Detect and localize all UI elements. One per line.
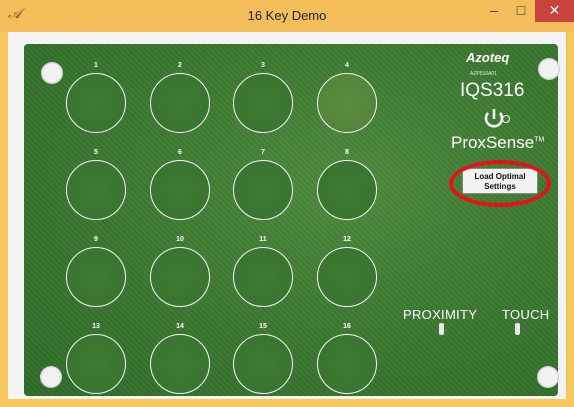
trademark-mark: TM xyxy=(534,136,545,144)
brand-text: ProxSense xyxy=(451,133,535,152)
app-window: 𝒜 16 Key Demo – □ ✕ 1 2 3 4 5 6 7 8 9 10 11 12 13 14 1… xyxy=(0,0,574,407)
mount-hole-bottom-right xyxy=(537,366,559,388)
touch-label: TOUCH xyxy=(502,307,550,322)
touch-pad-14[interactable] xyxy=(150,334,210,394)
mount-hole-top-left xyxy=(41,62,63,84)
touch-pad-16[interactable] xyxy=(317,334,377,394)
touch-pad-4[interactable] xyxy=(317,73,377,133)
touch-pad-label: 11 xyxy=(259,236,267,243)
touch-pad-1[interactable] xyxy=(66,73,126,133)
part-number: AZP516A01 xyxy=(470,71,497,77)
touch-pad-label: 12 xyxy=(343,236,351,243)
close-button[interactable]: ✕ xyxy=(535,0,574,22)
maximize-button[interactable]: □ xyxy=(508,0,534,22)
touch-pad-label: 1 xyxy=(94,62,98,69)
touch-pad-15[interactable] xyxy=(233,334,293,394)
proximity-label: PROXIMITY xyxy=(403,307,478,322)
proximity-indicator xyxy=(439,323,444,335)
touch-pad-8[interactable] xyxy=(317,160,377,220)
touch-pad-11[interactable] xyxy=(233,247,293,307)
touch-pad-label: 5 xyxy=(94,149,98,156)
touch-pad-label: 14 xyxy=(176,323,184,330)
touch-pad-label: 16 xyxy=(343,323,351,330)
azoteq-logo: Azoteq xyxy=(466,50,510,65)
touch-indicator xyxy=(515,323,520,335)
touch-pad-6[interactable] xyxy=(150,160,210,220)
touch-pad-label: 7 xyxy=(261,149,265,156)
touch-pad-9[interactable] xyxy=(66,247,126,307)
touch-pad-5[interactable] xyxy=(66,160,126,220)
chip-name: IQS316 xyxy=(460,80,525,101)
touch-pad-2[interactable] xyxy=(150,73,210,133)
touch-pad-3[interactable] xyxy=(233,73,293,133)
touch-pad-13[interactable] xyxy=(66,334,126,394)
power-icon xyxy=(484,109,510,128)
touch-pad-12[interactable] xyxy=(317,247,377,307)
title-bar[interactable]: 𝒜 16 Key Demo – □ ✕ xyxy=(0,0,574,32)
proxsense-brand: ProxSenseTM xyxy=(451,133,544,153)
touch-pad-label: 9 xyxy=(94,236,98,243)
minimize-button[interactable]: – xyxy=(481,0,507,22)
touch-pad-label: 4 xyxy=(345,62,349,69)
touch-pad-label: 10 xyxy=(176,236,184,243)
touch-pad-label: 13 xyxy=(92,323,100,330)
touch-pad-label: 3 xyxy=(261,62,265,69)
touch-pad-label: 15 xyxy=(259,323,267,330)
mount-hole-top-right xyxy=(538,58,560,80)
load-button-line2: Settings xyxy=(484,182,516,191)
touch-pad-label: 2 xyxy=(178,62,182,69)
load-button-line1: Load Optimal xyxy=(474,172,526,181)
touch-pad-7[interactable] xyxy=(233,160,293,220)
touch-pad-label: 6 xyxy=(178,149,182,156)
touch-pad-label: 8 xyxy=(345,149,349,156)
touch-pad-10[interactable] xyxy=(150,247,210,307)
load-optimal-settings-button[interactable]: Load Optimal Settings xyxy=(462,168,538,194)
mount-hole-bottom-left xyxy=(40,366,62,388)
